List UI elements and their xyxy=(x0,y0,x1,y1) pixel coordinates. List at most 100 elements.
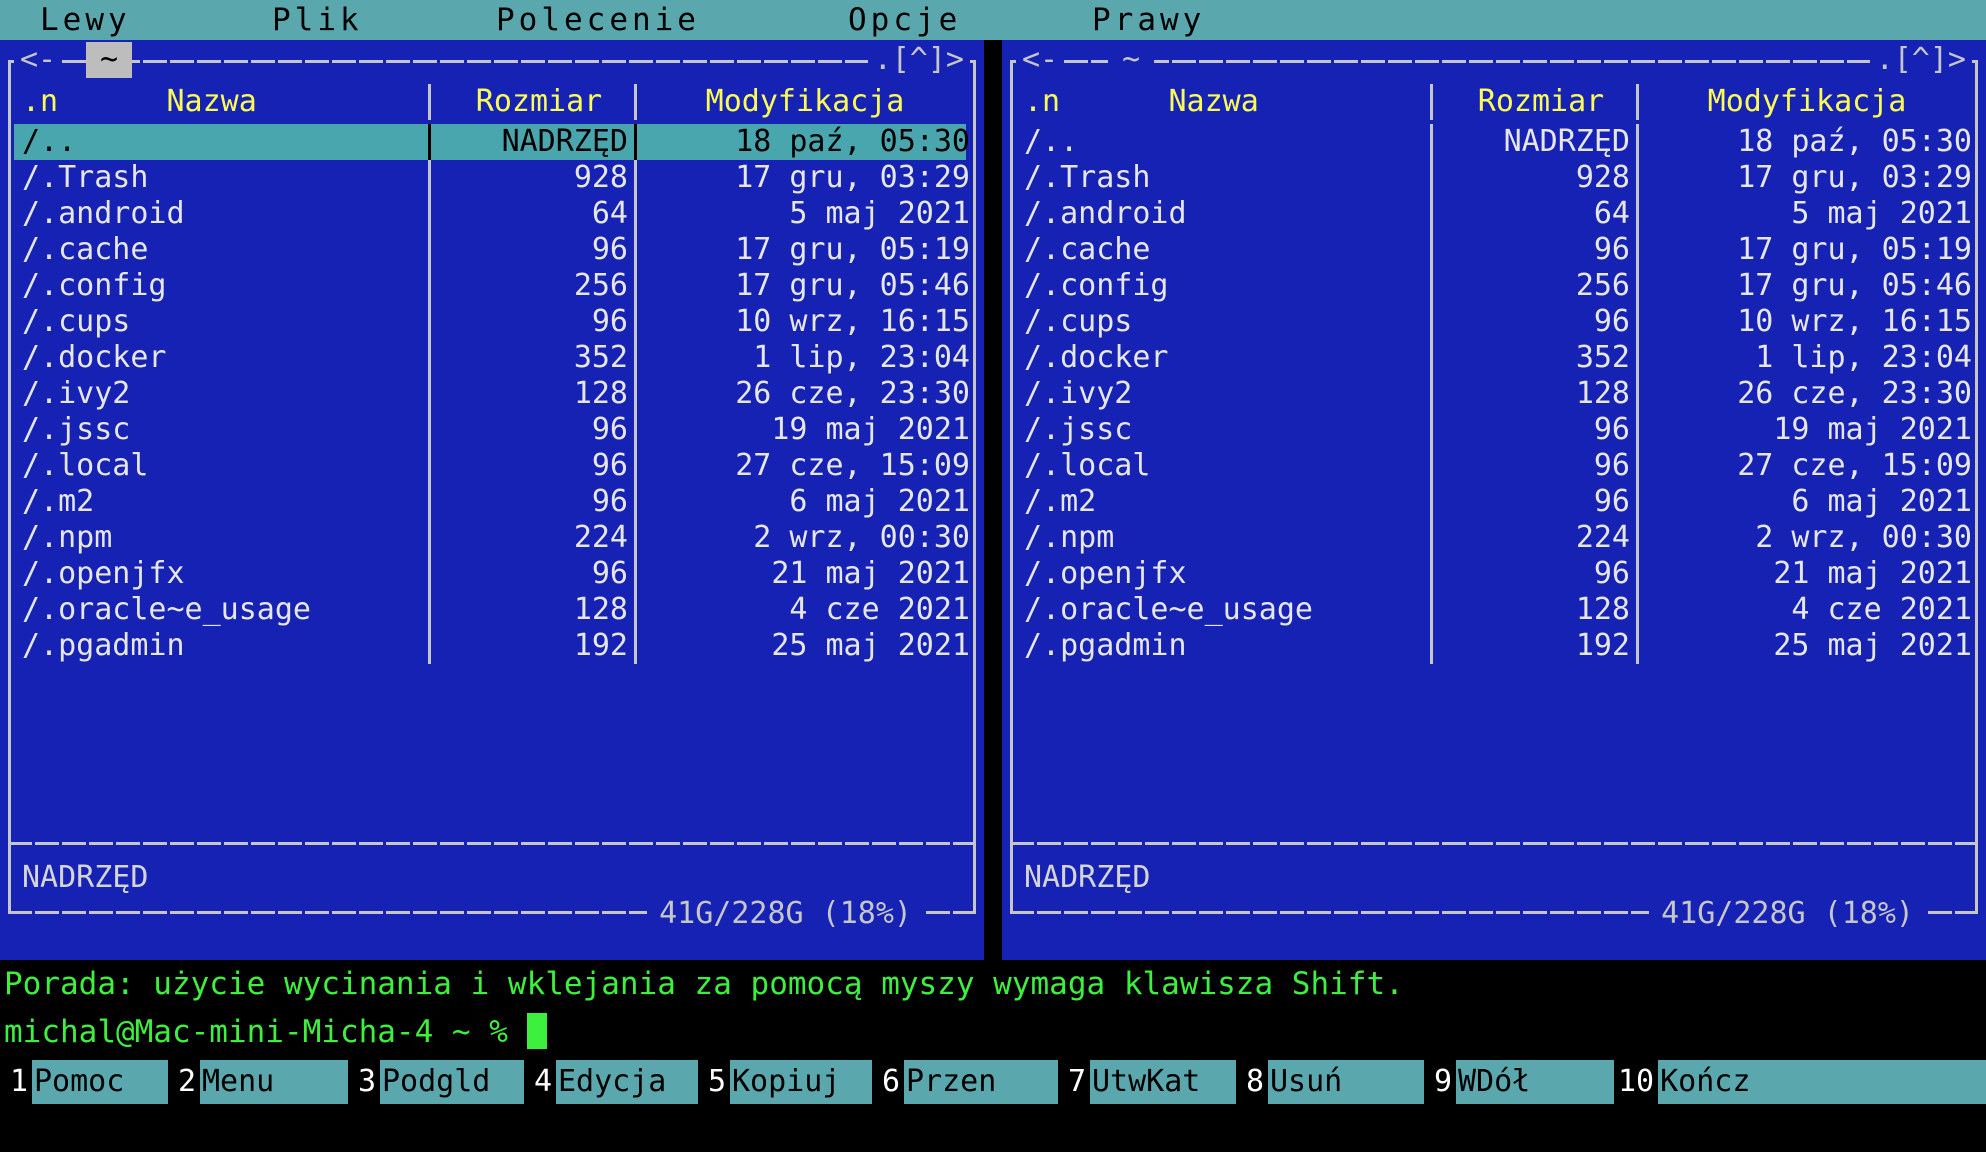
file-name: /.android xyxy=(22,196,185,231)
file-row[interactable]: /.cache 96 17 gru, 05:19 xyxy=(1016,232,1972,268)
column-divider xyxy=(1636,592,1639,628)
file-row[interactable]: /.config 256 17 gru, 05:46 xyxy=(1016,268,1972,304)
file-name: /.docker xyxy=(1024,340,1169,375)
file-row[interactable]: /.pgadmin 192 25 maj 2021 xyxy=(1016,628,1972,664)
fkey-3[interactable]: 3 Podgld xyxy=(348,1060,524,1104)
fkey-2[interactable]: 2 Menu xyxy=(168,1060,348,1104)
file-row[interactable]: /.m2 96 6 maj 2021 xyxy=(14,484,970,520)
file-size: 64 xyxy=(591,196,628,231)
fkey-10[interactable]: 10 Kończ xyxy=(1614,1060,1806,1104)
file-date: 18 paź, 05:30 xyxy=(735,124,970,159)
file-date: 25 maj 2021 xyxy=(771,628,970,663)
file-row[interactable]: /.. NADRZĘD 18 paź, 05:30 xyxy=(14,124,970,160)
file-size: 96 xyxy=(1593,304,1630,339)
file-size: 96 xyxy=(591,448,628,483)
menu-item-prawy[interactable]: Prawy xyxy=(1092,2,1205,38)
file-name: /.pgadmin xyxy=(1024,628,1187,663)
panel-right[interactable]: <- ~ .[^]> .n Nazwa Rozmiar Modyfikacja /.. NAD… xyxy=(1002,40,1986,960)
file-date: 17 gru, 05:46 xyxy=(735,268,970,303)
column-header-row: .n Nazwa Rozmiar Modyfikacja xyxy=(14,82,970,122)
column-divider xyxy=(1636,196,1639,232)
fkey-9[interactable]: 9 WDół xyxy=(1424,1060,1614,1104)
file-row[interactable]: /.openjfx 96 21 maj 2021 xyxy=(1016,556,1972,592)
file-name: /.jssc xyxy=(22,412,131,447)
file-row[interactable]: /.Trash 928 17 gru, 03:29 xyxy=(1016,160,1972,196)
column-header-date[interactable]: Modyfikacja xyxy=(650,82,960,122)
menu-item-opcje[interactable]: Opcje xyxy=(848,2,961,38)
file-row[interactable]: /.oracle~e_usage 128 4 cze 2021 xyxy=(14,592,970,628)
file-date: 2 wrz, 00:30 xyxy=(753,520,970,555)
file-list[interactable]: /.. NADRZĘD 18 paź, 05:30 /.Trash 928 17 gru,… xyxy=(1016,124,1972,824)
file-row[interactable]: /.npm 224 2 wrz, 00:30 xyxy=(1016,520,1972,556)
file-row[interactable]: /.openjfx 96 21 maj 2021 xyxy=(14,556,970,592)
fkey-8[interactable]: 8 Usuń xyxy=(1236,1060,1424,1104)
column-divider xyxy=(428,124,431,160)
file-row[interactable]: /.cups 96 10 wrz, 16:15 xyxy=(1016,304,1972,340)
file-row[interactable]: /.docker 352 1 lip, 23:04 xyxy=(14,340,970,376)
column-header-date[interactable]: Modyfikacja xyxy=(1652,82,1962,122)
menu-item-lewy[interactable]: Lewy xyxy=(40,2,131,38)
file-row[interactable]: /.config 256 17 gru, 05:46 xyxy=(14,268,970,304)
column-divider xyxy=(634,520,637,556)
column-divider xyxy=(1430,232,1433,268)
file-row[interactable]: /.jssc 96 19 maj 2021 xyxy=(1016,412,1972,448)
column-divider xyxy=(634,592,637,628)
column-divider xyxy=(634,84,637,120)
file-row[interactable]: /.m2 96 6 maj 2021 xyxy=(1016,484,1972,520)
fkey-number: 3 xyxy=(348,1060,380,1104)
panel-prev-dir-button[interactable]: <- xyxy=(14,42,63,78)
prompt-text: michal@Mac-mini-Micha-4 ~ % xyxy=(4,1014,527,1050)
file-row[interactable]: /.pgadmin 192 25 maj 2021 xyxy=(14,628,970,664)
panel-disk-free: 41G/228G (18%) xyxy=(1649,896,1926,932)
file-size: 928 xyxy=(1575,160,1630,195)
panel-path-title[interactable]: ~ xyxy=(86,42,133,78)
file-row[interactable]: /.Trash 928 17 gru, 03:29 xyxy=(14,160,970,196)
panel-prev-dir-button[interactable]: <- xyxy=(1016,42,1065,78)
column-divider xyxy=(1430,376,1433,412)
file-row[interactable]: /.jssc 96 19 maj 2021 xyxy=(14,412,970,448)
file-size: 128 xyxy=(573,592,628,627)
panel-title-controls[interactable]: .[^]> xyxy=(1869,42,1972,78)
fkey-4[interactable]: 4 Edycja xyxy=(524,1060,698,1104)
column-divider xyxy=(634,448,637,484)
file-date: 17 gru, 03:29 xyxy=(1737,160,1972,195)
column-divider xyxy=(634,376,637,412)
file-list[interactable]: /.. NADRZĘD 18 paź, 05:30 /.Trash 928 17 gru,… xyxy=(14,124,970,824)
file-name: /.m2 xyxy=(1024,484,1097,519)
file-row[interactable]: /.local 96 27 cze, 15:09 xyxy=(14,448,970,484)
fkey-7[interactable]: 7 UtwKat xyxy=(1058,1060,1236,1104)
file-row[interactable]: /.oracle~e_usage 128 4 cze 2021 xyxy=(1016,592,1972,628)
file-row[interactable]: /.. NADRZĘD 18 paź, 05:30 xyxy=(1016,124,1972,160)
fkey-6[interactable]: 6 Przen xyxy=(872,1060,1058,1104)
file-size: 96 xyxy=(1593,448,1630,483)
file-row[interactable]: /.android 64 5 maj 2021 xyxy=(1016,196,1972,232)
file-row[interactable]: /.local 96 27 cze, 15:09 xyxy=(1016,448,1972,484)
column-divider xyxy=(428,484,431,520)
file-row[interactable]: /.ivy2 128 26 cze, 23:30 xyxy=(1016,376,1972,412)
column-header-size[interactable]: Rozmiar xyxy=(1446,82,1636,122)
column-divider xyxy=(428,84,431,120)
file-row[interactable]: /.cache 96 17 gru, 05:19 xyxy=(14,232,970,268)
file-row[interactable]: /.docker 352 1 lip, 23:04 xyxy=(1016,340,1972,376)
column-header-row: .n Nazwa Rozmiar Modyfikacja xyxy=(1016,82,1972,122)
file-row[interactable]: /.android 64 5 maj 2021 xyxy=(14,196,970,232)
column-header-name[interactable]: .n Nazwa xyxy=(22,82,257,122)
command-prompt-line[interactable]: michal@Mac-mini-Micha-4 ~ % xyxy=(4,1008,547,1056)
file-row[interactable]: /.npm 224 2 wrz, 00:30 xyxy=(14,520,970,556)
panel-left[interactable]: <- ~ .[^]> .n Nazwa Rozmiar Modyfikacja /.. NAD… xyxy=(0,40,984,960)
file-row[interactable]: /.ivy2 128 26 cze, 23:30 xyxy=(14,376,970,412)
menu-item-plik[interactable]: Plik xyxy=(272,2,363,38)
column-header-name[interactable]: .n Nazwa xyxy=(1024,82,1259,122)
fkey-1[interactable]: 1 Pomoc xyxy=(0,1060,168,1104)
file-size: 64 xyxy=(1593,196,1630,231)
file-row[interactable]: /.cups 96 10 wrz, 16:15 xyxy=(14,304,970,340)
file-size: 96 xyxy=(1593,412,1630,447)
fkey-5[interactable]: 5 Kopiuj xyxy=(698,1060,872,1104)
column-divider xyxy=(1636,160,1639,196)
file-date: 5 maj 2021 xyxy=(789,196,970,231)
file-size: 96 xyxy=(591,556,628,591)
panel-path-title[interactable]: ~ xyxy=(1108,42,1155,78)
column-header-size[interactable]: Rozmiar xyxy=(444,82,634,122)
panel-title-controls[interactable]: .[^]> xyxy=(867,42,970,78)
menu-item-polecenie[interactable]: Polecenie xyxy=(496,2,700,38)
